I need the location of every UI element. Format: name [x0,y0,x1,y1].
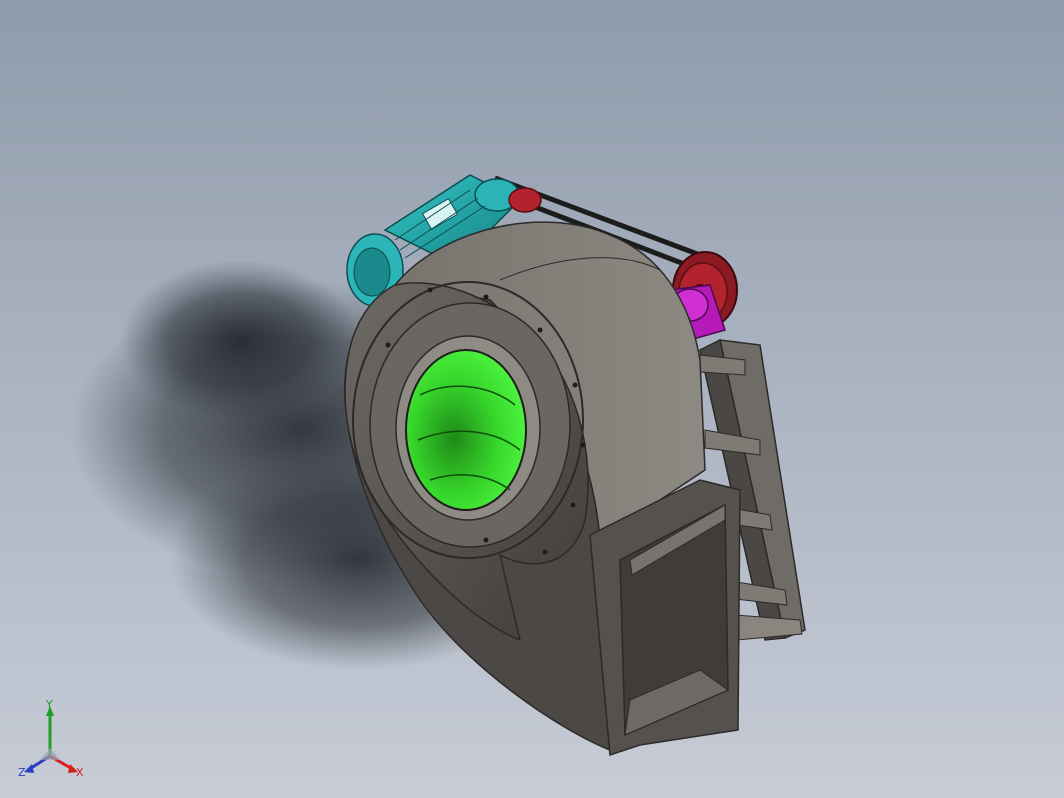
orientation-triad[interactable]: Y X Z [14,700,94,780]
graphics-viewport[interactable]: Y X Z [0,0,1064,798]
z-axis-label: Z [18,766,26,779]
y-axis-label: Y [45,700,53,711]
x-axis-label: X [76,766,84,779]
motor-pulley[interactable] [508,187,542,213]
model-view[interactable] [0,0,1064,798]
fan-housing[interactable] [343,221,741,757]
